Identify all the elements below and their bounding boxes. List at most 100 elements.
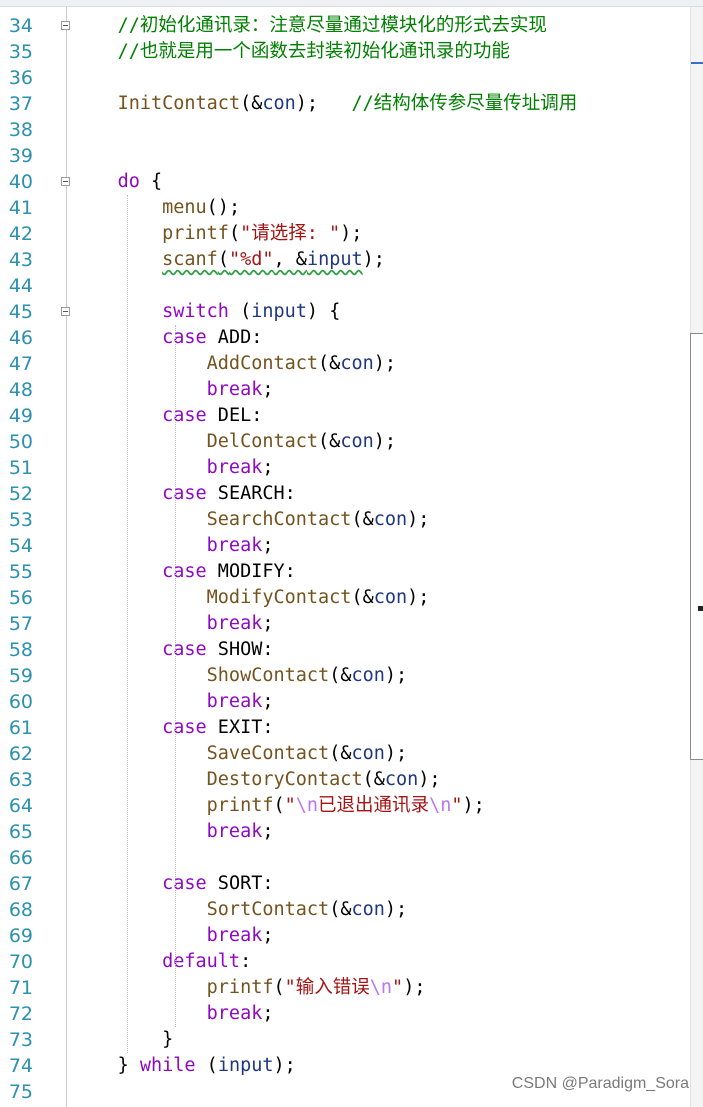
indent-guide [175, 325, 176, 1027]
code-token: \n [295, 795, 319, 816]
line-number: 37 [8, 93, 33, 115]
line-number: 64 [8, 795, 33, 817]
line-number: 67 [8, 873, 33, 895]
code-token: ; [262, 457, 274, 478]
code-editor[interactable]: 34 //初始化通讯录：注意尽量通过模块化的形式去实现 35 //也就是用一个函数… [0, 7, 690, 1107]
code-line[interactable]: 41 menu(); [0, 195, 690, 221]
code-token: ModifyContact [206, 587, 352, 608]
line-number: 56 [8, 587, 33, 609]
collapse-icon[interactable] [61, 307, 70, 316]
code-line[interactable]: 73 } [0, 1027, 690, 1053]
code-token: ( [217, 249, 229, 270]
code-token: ); [384, 665, 408, 686]
collapse-icon[interactable] [61, 177, 70, 186]
code-text: do { [73, 169, 163, 195]
code-line[interactable]: 68 SortContact(&con); [0, 897, 690, 923]
code-token: case [162, 639, 207, 660]
code-text: break; [73, 455, 274, 481]
code-line[interactable]: 45 switch (input) { [0, 299, 690, 325]
code-line[interactable]: 58 case SHOW: [0, 637, 690, 663]
code-token: ); [295, 93, 352, 114]
code-line[interactable]: 50 DelContact(&con); [0, 429, 690, 455]
line-number: 59 [8, 665, 33, 687]
code-line[interactable]: 60 break; [0, 689, 690, 715]
code-token: //初始化通讯录：注意尽量通过模块化的形式去实现 [117, 15, 547, 36]
code-line[interactable]: 42 printf("请选择: "); [0, 221, 690, 247]
code-line[interactable]: 56 ModifyContact(&con); [0, 585, 690, 611]
code-token: //也就是用一个函数去封装初始化通讯录的功能 [117, 41, 510, 62]
code-token: scanf [162, 249, 218, 270]
code-line[interactable]: 65 break; [0, 819, 690, 845]
code-line[interactable]: 54 break; [0, 533, 690, 559]
code-token: SHOW: [206, 639, 274, 660]
code-text: case SHOW: [73, 637, 274, 663]
code-line[interactable]: 64 printf("\n已退出通讯录\n"); [0, 793, 690, 819]
code-token: break [206, 1003, 263, 1024]
code-token: } [117, 1055, 140, 1076]
code-line[interactable]: 70 default: [0, 949, 690, 975]
line-number: 42 [8, 223, 33, 245]
code-line[interactable]: 38 [0, 117, 690, 143]
code-line[interactable]: 71 printf("输入错误\n"); [0, 975, 690, 1001]
code-line[interactable]: 69 break; [0, 923, 690, 949]
code-line[interactable]: 49 case DEL: [0, 403, 690, 429]
code-line[interactable]: 46 case ADD: [0, 325, 690, 351]
code-line[interactable]: 43 scanf("%d", &input); [0, 247, 690, 273]
line-number: 50 [8, 431, 33, 453]
code-line[interactable]: 67 case SORT: [0, 871, 690, 897]
code-token: (& [329, 899, 352, 920]
code-token: break [206, 535, 263, 556]
code-line[interactable]: 39 [0, 143, 690, 169]
code-line[interactable]: 35 //也就是用一个函数去封装初始化通讯录的功能 [0, 39, 690, 65]
code-token: " [451, 795, 463, 816]
code-token: input [217, 1055, 274, 1076]
code-line[interactable]: 53 SearchContact(&con); [0, 507, 690, 533]
code-token: MODIFY: [206, 561, 296, 582]
code-line[interactable]: 36 [0, 65, 690, 91]
line-number: 60 [8, 691, 33, 713]
code-line[interactable]: 66 [0, 845, 690, 871]
code-line[interactable]: 61 case EXIT: [0, 715, 690, 741]
code-line[interactable]: 57 break; [0, 611, 690, 637]
code-line[interactable]: 48 break; [0, 377, 690, 403]
code-token: ); [273, 1055, 296, 1076]
code-line[interactable]: 55 case MODIFY: [0, 559, 690, 585]
code-line[interactable]: 52 case SEARCH: [0, 481, 690, 507]
code-token: case [162, 483, 207, 504]
code-text: DestoryContact(&con); [73, 767, 441, 793]
code-token: (& [329, 743, 352, 764]
code-line[interactable]: 47 AddContact(&con); [0, 351, 690, 377]
panel-grip-icon[interactable] [698, 606, 703, 611]
code-line[interactable]: 59 ShowContact(&con); [0, 663, 690, 689]
code-text: break; [73, 533, 274, 559]
code-token: " [392, 977, 404, 998]
code-line[interactable]: 40 do { [0, 169, 690, 195]
code-line[interactable]: 72 break; [0, 1001, 690, 1027]
code-token: \n [429, 795, 452, 816]
code-token: input [306, 249, 363, 270]
code-text: case MODIFY: [73, 559, 296, 585]
code-line[interactable]: 51 break; [0, 455, 690, 481]
code-token: (& [318, 431, 341, 452]
code-text: case EXIT: [73, 715, 273, 741]
line-number: 51 [8, 457, 33, 479]
code-line[interactable]: 37 InitContact(&con); //结构体传参尽量传址调用 [0, 91, 690, 117]
collapse-icon[interactable] [61, 21, 70, 30]
code-line[interactable]: 63 DestoryContact(&con); [0, 767, 690, 793]
code-token: ; [262, 379, 274, 400]
code-line[interactable]: 44 [0, 273, 690, 299]
line-number: 62 [8, 743, 33, 765]
side-panel-edge[interactable] [690, 333, 703, 760]
code-line[interactable]: 62 SaveContact(&con); [0, 741, 690, 767]
code-text: case SORT: [73, 871, 273, 897]
code-line[interactable]: 34 //初始化通讯录：注意尽量通过模块化的形式去实现 [0, 13, 690, 39]
code-token: (& [351, 587, 374, 608]
